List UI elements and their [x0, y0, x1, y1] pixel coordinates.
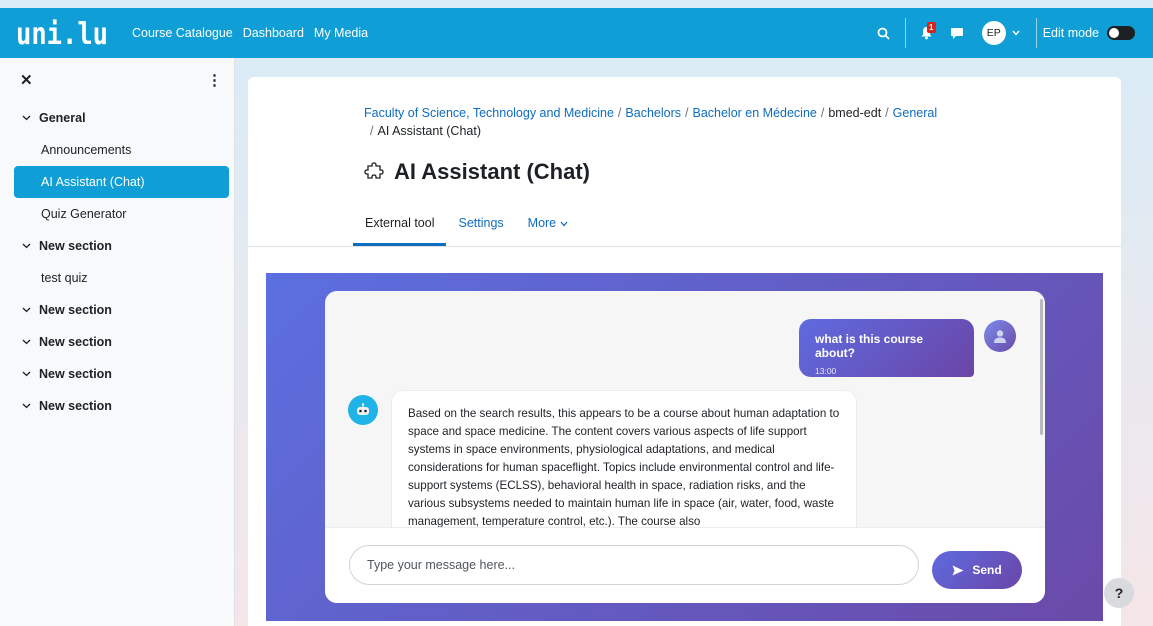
- tab-external-tool[interactable]: External tool: [353, 204, 447, 246]
- breadcrumb-link[interactable]: Bachelor en Médecine: [692, 106, 816, 120]
- breadcrumb-text: bmed-edt: [828, 106, 882, 120]
- chevron-down-icon[interactable]: [22, 113, 31, 123]
- chevron-down-icon[interactable]: [22, 369, 31, 379]
- breadcrumb: Faculty of Science, Technology and Medic…: [364, 104, 984, 140]
- chevron-down-icon: [560, 221, 568, 227]
- chevron-down-icon[interactable]: [22, 337, 31, 347]
- tabs-divider: [248, 246, 1121, 247]
- chat-tool-frame: what is this course about? 13:00 Based o…: [266, 273, 1103, 621]
- nav-my-media[interactable]: My Media: [314, 26, 368, 40]
- chevron-down-icon[interactable]: [22, 241, 31, 251]
- sidebar-section[interactable]: New section: [0, 294, 234, 326]
- edit-mode-label: Edit mode: [1042, 26, 1099, 40]
- sidebar-item[interactable]: Quiz Generator: [0, 198, 234, 230]
- send-button[interactable]: Send: [932, 551, 1022, 589]
- user-message-text: what is this course about?: [815, 332, 924, 360]
- more-options-icon[interactable]: ⋮: [207, 71, 222, 89]
- sidebar-section[interactable]: New section: [0, 390, 234, 422]
- bell-icon[interactable]: 1: [912, 18, 942, 48]
- user-message-bubble: what is this course about? 13:00: [799, 319, 974, 377]
- page-title: AI Assistant (Chat): [394, 159, 590, 184]
- breadcrumb-link[interactable]: Bachelors: [625, 106, 681, 120]
- breadcrumb-current: AI Assistant (Chat): [377, 124, 481, 138]
- chevron-down-icon: [1012, 30, 1020, 36]
- breadcrumb-link[interactable]: General: [893, 106, 937, 120]
- course-index-list: General Announcements AI Assistant (Chat) Q…: [0, 102, 234, 422]
- notification-badge: 1: [926, 22, 936, 33]
- navbar-right: 1 EP Edit mode: [869, 8, 1153, 58]
- tab-more-label: More: [527, 216, 557, 230]
- edit-mode-toggle[interactable]: [1107, 26, 1135, 40]
- sidebar-section[interactable]: General: [0, 102, 234, 134]
- edit-mode-control: Edit mode: [1043, 26, 1135, 40]
- chevron-down-icon[interactable]: [22, 401, 31, 411]
- user-avatar-icon: [984, 320, 1016, 352]
- sidebar-item-label: New section: [39, 239, 112, 253]
- sidebar-item-label: Quiz Generator: [41, 207, 127, 221]
- uni-lu-logo[interactable]: uni.lu: [16, 16, 112, 50]
- top-navbar: uni.lu Course Catalogue Dashboard My Med…: [0, 8, 1153, 58]
- nav-dashboard[interactable]: Dashboard: [243, 26, 304, 40]
- send-button-label: Send: [972, 563, 1002, 577]
- breadcrumb-separator: /: [617, 106, 622, 120]
- sidebar-section[interactable]: New section: [0, 230, 234, 262]
- breadcrumb-separator: /: [370, 124, 374, 138]
- main-content: Faculty of Science, Technology and Medic…: [248, 77, 1121, 626]
- navbar-divider: [904, 18, 906, 48]
- chat-bubble-icon[interactable]: [942, 18, 972, 48]
- send-arrow-icon: [952, 565, 964, 575]
- user-menu[interactable]: EP: [972, 18, 1030, 48]
- course-index-drawer: ✕ ⋮ General Announcements AI Assistant (Ch…: [0, 58, 235, 626]
- search-icon[interactable]: [869, 18, 899, 48]
- sidebar-item[interactable]: test quiz: [0, 262, 234, 294]
- sidebar-section[interactable]: New section: [0, 358, 234, 390]
- message-input[interactable]: [349, 545, 919, 585]
- bot-avatar-icon: [348, 395, 378, 425]
- sidebar-item-label: AI Assistant (Chat): [41, 175, 145, 189]
- breadcrumb-link[interactable]: Faculty of Science, Technology and Medic…: [364, 106, 614, 120]
- secondary-navigation: External tool Settings More: [353, 204, 580, 246]
- sidebar-item-label: test quiz: [41, 271, 88, 285]
- sidebar-item[interactable]: AI Assistant (Chat): [14, 166, 229, 198]
- help-button[interactable]: ?: [1104, 578, 1134, 608]
- sidebar-item-label: New section: [39, 303, 112, 317]
- breadcrumb-separator: /: [885, 106, 889, 120]
- logo-icon: uni.lu: [16, 18, 108, 48]
- svg-text:uni.lu: uni.lu: [16, 18, 108, 48]
- sidebar-item[interactable]: Announcements: [0, 134, 234, 166]
- chat-scrollbar[interactable]: [1040, 299, 1043, 435]
- primary-navigation: Course Catalogue Dashboard My Media: [132, 26, 368, 40]
- user-message-time: 13:00: [815, 366, 837, 376]
- breadcrumb-separator: /: [685, 106, 689, 120]
- breadcrumb-separator: /: [820, 106, 825, 120]
- sidebar-item-label: Announcements: [41, 143, 132, 157]
- chat-input-bar: Send: [325, 527, 1045, 603]
- puzzle-icon: [364, 162, 384, 179]
- avatar: EP: [981, 21, 1006, 45]
- nav-course-catalogue[interactable]: Course Catalogue: [132, 26, 233, 40]
- drawer-header: ✕ ⋮: [0, 58, 234, 102]
- sidebar-item-label: New section: [39, 335, 112, 349]
- close-icon[interactable]: ✕: [20, 71, 33, 89]
- sidebar-item-label: New section: [39, 367, 112, 381]
- chat-window: what is this course about? 13:00 Based o…: [325, 291, 1045, 603]
- chevron-down-icon[interactable]: [22, 305, 31, 315]
- page-header: AI Assistant (Chat): [364, 159, 590, 185]
- navbar-divider: [1035, 18, 1037, 48]
- tab-settings[interactable]: Settings: [446, 204, 515, 246]
- sidebar-section[interactable]: New section: [0, 326, 234, 358]
- sidebar-item-label: General: [39, 111, 86, 125]
- tab-more[interactable]: More: [516, 204, 580, 246]
- sidebar-item-label: New section: [39, 399, 112, 413]
